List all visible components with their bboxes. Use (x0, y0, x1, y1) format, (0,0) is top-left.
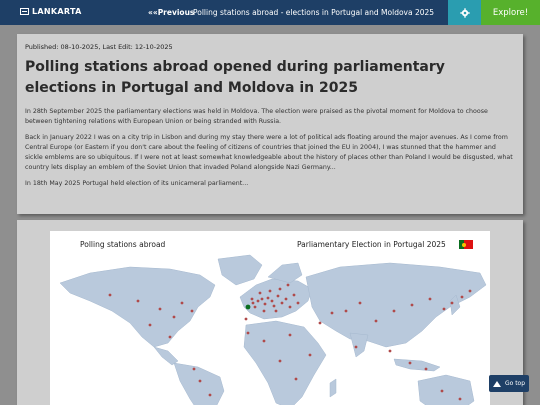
polling-station-marker[interactable] (284, 297, 288, 301)
polling-station-marker[interactable] (270, 299, 274, 303)
go-top-button[interactable]: Go top (489, 375, 529, 392)
polling-station-marker[interactable] (318, 321, 322, 325)
polling-station-marker[interactable] (180, 301, 184, 305)
article-paragraph: In 28th September 2025 the parliamentary… (25, 108, 488, 125)
polling-station-marker[interactable] (374, 319, 378, 323)
gear-icon (459, 7, 470, 18)
explore-button[interactable]: Explore! (481, 0, 540, 25)
polling-station-marker[interactable] (274, 309, 278, 313)
polling-station-marker[interactable] (410, 303, 414, 307)
polling-station-marker[interactable] (198, 379, 202, 383)
polling-station-marker[interactable] (388, 349, 392, 353)
map-logo-icon (20, 8, 29, 15)
polling-station-marker[interactable] (428, 297, 432, 301)
polling-station-marker[interactable] (250, 297, 254, 301)
polling-station-marker[interactable] (244, 317, 248, 321)
polling-station-marker[interactable] (172, 315, 176, 319)
portugal-flag-icon (459, 240, 473, 249)
map-left-title: Polling stations abroad (80, 240, 166, 249)
article-card: Published: 08-10-2025, Last Edit: 12-10-… (17, 34, 523, 214)
polling-station-marker[interactable] (354, 345, 358, 349)
polling-station-marker[interactable] (263, 302, 267, 306)
polling-station-marker[interactable] (272, 304, 276, 308)
polling-station-marker[interactable] (294, 377, 298, 381)
polling-station-marker[interactable] (253, 305, 257, 309)
polling-station-marker[interactable] (460, 295, 464, 299)
polling-station-marker[interactable] (440, 389, 444, 393)
polling-station-marker[interactable] (262, 309, 266, 313)
site-logo[interactable]: LANKARTA (20, 7, 82, 16)
polling-station-marker[interactable] (392, 309, 396, 313)
previous-link[interactable]: ««Previous (148, 8, 194, 17)
polling-station-marker[interactable] (280, 301, 284, 305)
polling-station-marker[interactable] (458, 397, 462, 401)
polling-station-marker[interactable] (246, 331, 250, 335)
polling-station-marker[interactable] (358, 301, 362, 305)
polling-station-marker[interactable] (442, 307, 446, 311)
world-land (59, 254, 487, 405)
polling-station-marker[interactable] (450, 301, 454, 305)
world-map[interactable] (50, 251, 490, 405)
polling-station-marker[interactable] (251, 301, 255, 305)
polling-station-marker[interactable] (158, 307, 162, 311)
polling-station-marker[interactable] (278, 287, 282, 291)
polling-station-marker[interactable] (262, 339, 266, 343)
polling-station-marker[interactable] (190, 309, 194, 313)
publish-date: Published: 08-10-2025, Last Edit: 12-10-… (25, 43, 173, 51)
polling-station-marker[interactable] (288, 333, 292, 337)
polling-station-marker[interactable] (308, 353, 312, 357)
polling-station-marker[interactable] (168, 335, 172, 339)
polling-station-marker[interactable] (424, 367, 428, 371)
settings-button[interactable] (448, 0, 481, 25)
polling-station-marker[interactable] (344, 309, 348, 313)
polling-station-marker[interactable] (258, 291, 262, 295)
polling-station-marker[interactable] (266, 296, 270, 300)
top-navigation-bar: LANKARTA ««Previous Polling stations abr… (0, 0, 540, 25)
polling-station-marker[interactable] (296, 301, 300, 305)
polling-station-marker[interactable] (268, 289, 272, 293)
polling-station-marker[interactable] (260, 297, 264, 301)
polling-station-marker[interactable] (288, 305, 292, 309)
article-paragraph: Back in January 2022 I was on a city tri… (25, 134, 513, 171)
polling-station-marker[interactable] (278, 359, 282, 363)
current-article-title: Polling stations abroad - elections in P… (193, 8, 435, 17)
polling-station-marker[interactable] (286, 283, 290, 287)
portugal-home-marker[interactable] (245, 304, 251, 310)
polling-station-marker[interactable] (192, 367, 196, 371)
article-title: Polling stations abroad opened during pa… (25, 59, 445, 96)
polling-station-marker[interactable] (276, 294, 280, 298)
map-right-title: Parliamentary Election in Portugal 2025 (297, 240, 446, 249)
polling-station-marker[interactable] (136, 299, 140, 303)
polling-station-marker[interactable] (148, 323, 152, 327)
polling-station-marker[interactable] (468, 289, 472, 293)
map-panel[interactable]: Polling stations abroad Parliamentary El… (50, 231, 490, 405)
article-paragraph: In 18th May 2025 Portugal held election … (25, 180, 249, 187)
polling-station-marker[interactable] (408, 361, 412, 365)
polling-station-marker[interactable] (292, 293, 296, 297)
arrow-up-icon (492, 380, 501, 387)
polling-station-marker[interactable] (330, 311, 334, 315)
go-top-label: Go top (504, 380, 526, 387)
polling-station-marker[interactable] (108, 293, 112, 297)
polling-station-marker[interactable] (208, 393, 212, 397)
logo-text: LANKARTA (32, 7, 82, 16)
polling-station-marker[interactable] (256, 299, 260, 303)
